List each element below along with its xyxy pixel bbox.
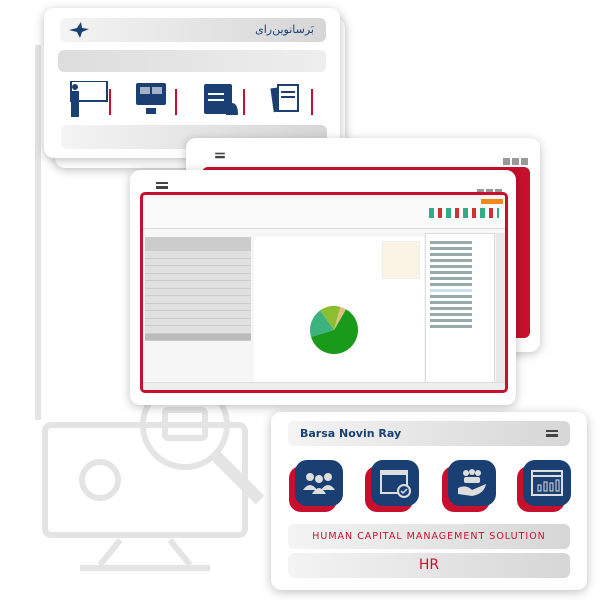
ribbon-toolbar <box>143 199 505 229</box>
persian-app-card: بَرسانوین‌رای <box>44 8 340 158</box>
close-icon[interactable] <box>521 158 528 165</box>
hr-title: HR <box>418 557 440 573</box>
group-icon[interactable] <box>289 460 343 512</box>
menu-icon[interactable] <box>215 152 225 159</box>
header-bar: Barsa Novin Ray <box>288 421 570 446</box>
status-bar <box>143 382 505 390</box>
presentation-icon[interactable] <box>68 81 112 117</box>
header-bar: بَرسانوین‌رای <box>60 18 326 42</box>
brand-name: Barsa Novin Ray <box>300 427 402 440</box>
dashboard-chart-icon[interactable] <box>517 460 571 512</box>
documents-icon[interactable] <box>270 81 314 117</box>
calendar-alarm-icon[interactable] <box>202 81 246 117</box>
data-grid[interactable] <box>145 237 251 341</box>
pie-chart <box>310 306 358 354</box>
monitor-dashboard-icon[interactable] <box>134 81 178 117</box>
brand-name-fa: بَرسانوین‌رای <box>255 23 314 36</box>
bird-logo <box>69 22 89 38</box>
title-bar: HR <box>288 553 570 578</box>
placeholder-bar <box>58 50 326 72</box>
vertical-tabs[interactable] <box>496 233 505 383</box>
app-screen <box>140 192 508 393</box>
minimize-icon[interactable] <box>503 158 510 165</box>
solution-subtitle: HUMAN CAPITAL MANAGEMENT SOLUTION <box>312 531 546 542</box>
menu-icon[interactable] <box>156 182 168 189</box>
app-window <box>130 170 516 405</box>
subtitle-bar: HUMAN CAPITAL MANAGEMENT SOLUTION <box>288 524 570 549</box>
ribbon-buttons[interactable] <box>429 208 499 218</box>
maximize-icon[interactable] <box>512 158 519 165</box>
hand-people-icon[interactable] <box>442 460 496 512</box>
ribbon-tab-active[interactable] <box>481 199 503 204</box>
menu-icon[interactable] <box>546 430 558 437</box>
calendar-check-icon[interactable] <box>365 460 419 512</box>
sidebar-tree[interactable] <box>425 233 495 383</box>
chart-panel <box>254 237 424 382</box>
hr-card: Barsa Novin Ray HUMAN CAPITAL MANAGEMENT… <box>271 412 587 590</box>
